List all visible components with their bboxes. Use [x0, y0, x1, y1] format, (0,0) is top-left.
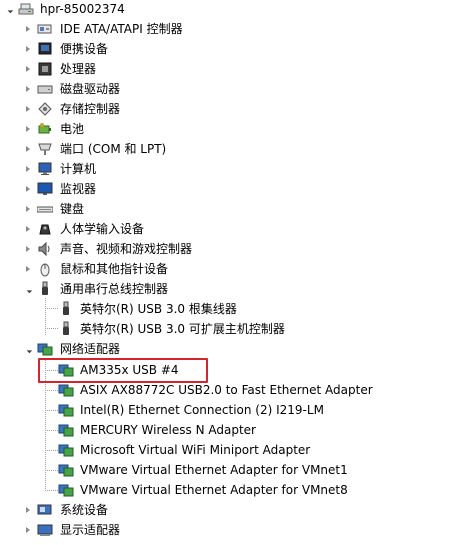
expand-arrow-icon[interactable]: [24, 160, 32, 178]
hid-icon: [37, 221, 53, 237]
tree-item-label: 网络适配器: [60, 342, 121, 356]
battery-icon: [37, 121, 53, 137]
tree-item-label: 电池: [60, 122, 85, 136]
tree-item-usb[interactable]: 通用串行总线控制器: [0, 280, 460, 298]
expand-arrow-icon[interactable]: [24, 200, 32, 218]
tree-item-label: Microsoft Virtual WiFi Miniport Adapter: [80, 443, 311, 457]
tree-item-label: 英特尔(R) USB 3.0 可扩展主机控制器: [80, 322, 285, 336]
processor-icon: [37, 61, 53, 77]
tree-item-disk[interactable]: 磁盘驱动器: [0, 80, 460, 98]
tree-item-sound[interactable]: 声音、视频和游戏控制器: [0, 240, 460, 258]
highlight-box: [38, 358, 208, 383]
tree-item-portable[interactable]: 便携设备: [0, 40, 460, 58]
sound-icon: [37, 241, 53, 257]
network-adapter-icon: [58, 402, 74, 418]
system-device-icon: [37, 502, 53, 518]
expand-arrow-icon[interactable]: [24, 60, 32, 78]
tree-item-label: 监视器: [60, 182, 97, 196]
tree-item-label: 人体学输入设备: [60, 222, 145, 236]
expand-arrow-icon[interactable]: [24, 220, 32, 238]
tree-root[interactable]: hpr-85002374: [0, 0, 460, 18]
tree-item-label: 计算机: [60, 162, 97, 176]
tree-item-processor[interactable]: 处理器: [0, 60, 460, 78]
network-adapter-icon: [58, 422, 74, 438]
tree-item-network[interactable]: 网络适配器: [0, 340, 460, 358]
collapse-arrow-icon[interactable]: [23, 280, 33, 298]
keyboard-icon: [37, 201, 53, 217]
tree-item-ide[interactable]: IDE ATA/ATAPI 控制器: [0, 20, 460, 38]
port-icon: [37, 141, 53, 157]
tree-item-mouse[interactable]: 鼠标和其他指针设备: [0, 260, 460, 278]
expand-arrow-icon[interactable]: [24, 40, 32, 58]
tree-item-label: 存储控制器: [60, 102, 121, 116]
disk-drive-icon: [37, 81, 53, 97]
tree-item-label: ASIX AX88772C USB2.0 to Fast Ethernet Ad…: [80, 383, 373, 397]
expand-arrow-icon[interactable]: [24, 180, 32, 198]
storage-controller-icon: [37, 101, 53, 117]
tree-subitem-network[interactable]: MERCURY Wireless N Adapter: [0, 421, 460, 439]
usb-device-icon: [58, 321, 74, 337]
ide-controller-icon: [37, 21, 53, 37]
tree-item-label: 显示适配器: [60, 523, 121, 537]
expand-arrow-icon[interactable]: [24, 100, 32, 118]
expand-arrow-icon[interactable]: [24, 240, 32, 258]
tree-item-label: VMware Virtual Ethernet Adapter for VMne…: [80, 463, 348, 477]
tree-item-system[interactable]: 系统设备: [0, 501, 460, 519]
tree-item-label: 英特尔(R) USB 3.0 根集线器: [80, 302, 237, 316]
tree-item-label: Intel(R) Ethernet Connection (2) I219-LM: [80, 403, 324, 417]
network-adapter-icon: [58, 462, 74, 478]
tree-item-hid[interactable]: 人体学输入设备: [0, 220, 460, 238]
computer-icon: [37, 161, 53, 177]
device-manager-tree: hpr-85002374 IDE ATA/ATAPI 控制器 便携设备 处理器 …: [0, 0, 460, 545]
tree-item-label: IDE ATA/ATAPI 控制器: [60, 22, 183, 36]
tree-item-label: 键盘: [60, 202, 85, 216]
monitor-icon: [37, 181, 53, 197]
tree-item-label: 处理器: [60, 62, 97, 76]
expand-arrow-icon[interactable]: [24, 120, 32, 138]
portable-device-icon: [37, 41, 53, 57]
mouse-icon: [37, 261, 53, 277]
network-adapter-icon: [58, 382, 74, 398]
tree-subitem-network[interactable]: Intel(R) Ethernet Connection (2) I219-LM: [0, 401, 460, 419]
tree-item-label: 便携设备: [60, 42, 109, 56]
tree-subitem-usb-host[interactable]: 英特尔(R) USB 3.0 可扩展主机控制器: [0, 320, 460, 338]
network-adapter-icon: [58, 482, 74, 498]
collapse-arrow-icon[interactable]: [4, 0, 14, 18]
tree-item-label: 通用串行总线控制器: [60, 282, 169, 296]
network-adapter-icon: [58, 442, 74, 458]
expand-arrow-icon[interactable]: [24, 501, 32, 519]
display-adapter-icon: [37, 522, 53, 538]
tree-subitem-network[interactable]: VMware Virtual Ethernet Adapter for VMne…: [0, 481, 460, 499]
tree-item-label: 声音、视频和游戏控制器: [60, 242, 193, 256]
tree-subitem-network[interactable]: VMware Virtual Ethernet Adapter for VMne…: [0, 461, 460, 479]
usb-device-icon: [58, 301, 74, 317]
collapse-arrow-icon[interactable]: [23, 340, 33, 358]
computer-root-icon: [18, 1, 34, 17]
tree-item-display[interactable]: 显示适配器: [0, 521, 460, 539]
tree-item-computer[interactable]: 计算机: [0, 160, 460, 178]
usb-icon: [37, 281, 53, 297]
tree-item-storage[interactable]: 存储控制器: [0, 100, 460, 118]
expand-arrow-icon[interactable]: [24, 80, 32, 98]
expand-arrow-icon[interactable]: [24, 521, 32, 539]
tree-item-label: 鼠标和其他指针设备: [60, 262, 169, 276]
tree-item-battery[interactable]: 电池: [0, 120, 460, 138]
tree-item-port[interactable]: 端口 (COM 和 LPT): [0, 140, 460, 158]
expand-arrow-icon[interactable]: [24, 20, 32, 38]
tree-item-label: VMware Virtual Ethernet Adapter for VMne…: [80, 483, 348, 497]
computer-name: hpr-85002374: [40, 2, 125, 16]
tree-subitem-network[interactable]: Microsoft Virtual WiFi Miniport Adapter: [0, 441, 460, 459]
tree-item-label: 系统设备: [60, 503, 109, 517]
tree-item-monitor[interactable]: 监视器: [0, 180, 460, 198]
expand-arrow-icon[interactable]: [24, 140, 32, 158]
tree-subitem-usb-hub[interactable]: 英特尔(R) USB 3.0 根集线器: [0, 300, 460, 318]
tree-item-keyboard[interactable]: 键盘: [0, 200, 460, 218]
tree-item-label: 磁盘驱动器: [60, 82, 121, 96]
tree-item-label: 端口 (COM 和 LPT): [60, 142, 167, 156]
tree-subitem-network[interactable]: ASIX AX88772C USB2.0 to Fast Ethernet Ad…: [0, 381, 460, 399]
network-adapter-icon: [37, 341, 53, 357]
expand-arrow-icon[interactable]: [24, 260, 32, 278]
tree-item-label: MERCURY Wireless N Adapter: [80, 423, 256, 437]
